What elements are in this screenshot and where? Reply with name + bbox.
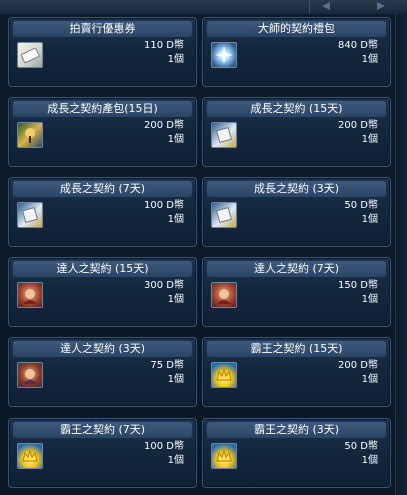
item-quantity: 1個 bbox=[361, 294, 378, 305]
shop-item-card[interactable]: 成長之契約 (3天) 50 D幣 1個 bbox=[202, 177, 391, 247]
shop-item-card[interactable]: 達人之契約 (15天) 300 D幣 1個 bbox=[8, 257, 197, 327]
coupon-icon bbox=[17, 42, 43, 68]
item-quantity: 1個 bbox=[361, 374, 378, 385]
item-price: 200 D幣 bbox=[144, 120, 184, 131]
item-price: 100 D幣 bbox=[144, 441, 184, 452]
king-contract-icon bbox=[211, 443, 237, 469]
item-quantity: 1個 bbox=[361, 54, 378, 65]
item-price: 50 D幣 bbox=[344, 441, 378, 452]
master-contract-icon bbox=[17, 282, 43, 308]
shop-item-card[interactable]: 霸王之契約 (15天) 200 D幣 1個 bbox=[202, 337, 391, 407]
next-page-button[interactable] bbox=[373, 1, 389, 11]
item-name: 成長之契約產包(15日) bbox=[13, 101, 192, 117]
master-contract-icon bbox=[211, 282, 237, 308]
scrollbar[interactable] bbox=[395, 14, 407, 495]
growth-contract-icon bbox=[211, 122, 237, 148]
shop-item-card[interactable]: 霸王之契約 (3天) 50 D幣 1個 bbox=[202, 418, 391, 488]
growth-pack-icon bbox=[17, 122, 43, 148]
item-name: 霸王之契約 (3天) bbox=[207, 422, 386, 438]
shop-item-card[interactable]: 達人之契約 (7天) 150 D幣 1個 bbox=[202, 257, 391, 327]
shop-item-card[interactable]: 成長之契約產包(15日) 200 D幣 1個 bbox=[8, 97, 197, 167]
top-bar bbox=[0, 0, 407, 14]
item-name: 達人之契約 (3天) bbox=[13, 341, 192, 357]
item-name: 成長之契約 (15天) bbox=[207, 101, 386, 117]
shop-item-card[interactable]: 霸王之契約 (7天) 100 D幣 1個 bbox=[8, 418, 197, 488]
item-price: 840 D幣 bbox=[338, 40, 378, 51]
item-quantity: 1個 bbox=[167, 214, 184, 225]
shop-item-card[interactable]: 成長之契約 (15天) 200 D幣 1個 bbox=[202, 97, 391, 167]
item-name: 拍賣行優惠券 bbox=[13, 21, 192, 37]
shop-item-card[interactable]: 成長之契約 (7天) 100 D幣 1個 bbox=[8, 177, 197, 247]
item-price: 300 D幣 bbox=[144, 280, 184, 291]
arrow-left-icon bbox=[322, 2, 330, 10]
arrow-right-icon bbox=[377, 2, 385, 10]
item-price: 110 D幣 bbox=[144, 40, 184, 51]
growth-contract-icon bbox=[17, 202, 43, 228]
item-name: 達人之契約 (7天) bbox=[207, 261, 386, 277]
king-contract-icon bbox=[17, 443, 43, 469]
growth-contract-icon bbox=[211, 202, 237, 228]
item-quantity: 1個 bbox=[167, 374, 184, 385]
item-name: 霸王之契約 (7天) bbox=[13, 422, 192, 438]
item-quantity: 1個 bbox=[361, 455, 378, 466]
shop-item-card[interactable]: 大師的契約禮包 840 D幣 1個 bbox=[202, 17, 391, 87]
item-quantity: 1個 bbox=[167, 294, 184, 305]
prev-page-button[interactable] bbox=[318, 1, 334, 11]
item-name: 大師的契約禮包 bbox=[207, 21, 386, 37]
item-name: 達人之契約 (15天) bbox=[13, 261, 192, 277]
item-quantity: 1個 bbox=[167, 455, 184, 466]
item-price: 50 D幣 bbox=[344, 200, 378, 211]
shop-item-card[interactable]: 拍賣行優惠券 110 D幣 1個 bbox=[8, 17, 197, 87]
item-price: 100 D幣 bbox=[144, 200, 184, 211]
item-quantity: 1個 bbox=[361, 214, 378, 225]
gift-box-icon bbox=[211, 42, 237, 68]
shop-item-card[interactable]: 達人之契約 (3天) 75 D幣 1個 bbox=[8, 337, 197, 407]
master-contract-icon bbox=[17, 362, 43, 388]
item-quantity: 1個 bbox=[167, 134, 184, 145]
item-name: 霸王之契約 (15天) bbox=[207, 341, 386, 357]
item-name: 成長之契約 (3天) bbox=[207, 181, 386, 197]
item-price: 150 D幣 bbox=[338, 280, 378, 291]
item-name: 成長之契約 (7天) bbox=[13, 181, 192, 197]
item-price: 75 D幣 bbox=[150, 360, 184, 371]
item-quantity: 1個 bbox=[361, 134, 378, 145]
item-price: 200 D幣 bbox=[338, 120, 378, 131]
item-quantity: 1個 bbox=[167, 54, 184, 65]
pager bbox=[309, 0, 391, 14]
king-contract-icon bbox=[211, 362, 237, 388]
item-price: 200 D幣 bbox=[338, 360, 378, 371]
